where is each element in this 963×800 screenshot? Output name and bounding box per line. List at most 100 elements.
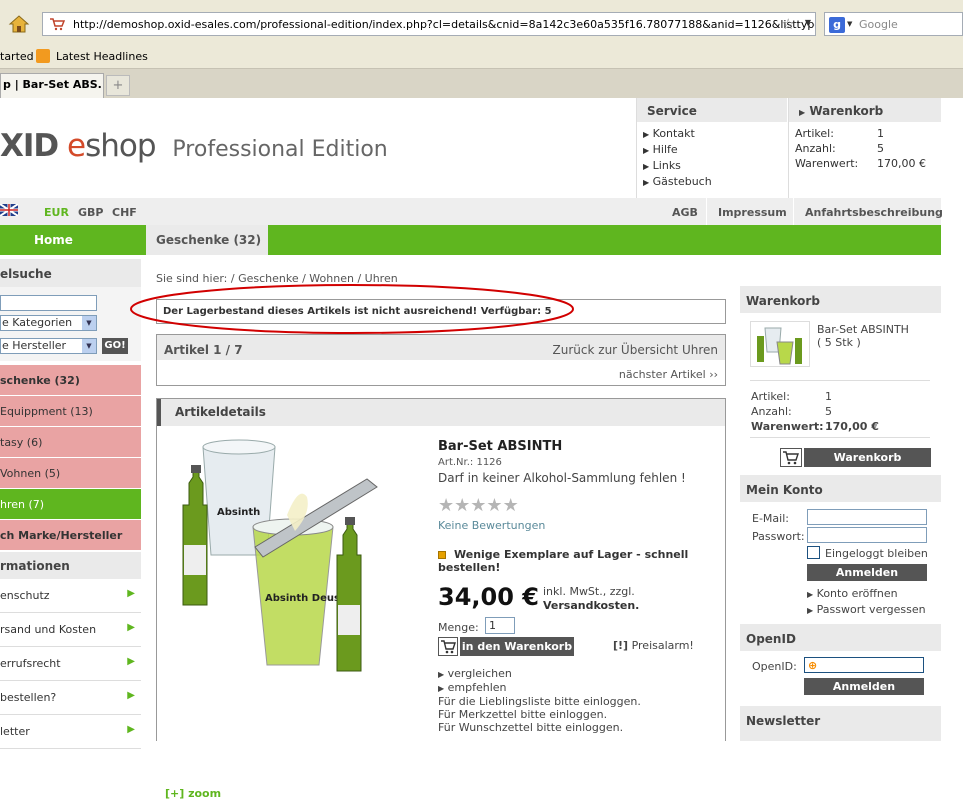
- browser-chrome: http://demoshop.oxid-esales.com/professi…: [0, 0, 963, 98]
- cart-row-anzahl: Anzahl: 5: [751, 405, 832, 418]
- nav-tab-geschenke[interactable]: Geschenke (32): [146, 225, 268, 255]
- bookmark-latest-headlines[interactable]: Latest Headlines: [56, 50, 148, 63]
- star-icon[interactable]: ★: [454, 495, 470, 516]
- currency-chf[interactable]: CHF: [112, 206, 137, 219]
- compare-link[interactable]: ▶ vergleichen: [438, 667, 641, 681]
- remember-label: Eingeloggt bleiben: [825, 547, 928, 560]
- meta-bar: EUR GBP CHF AGB Impressum Anfahrtsbeschr…: [0, 198, 943, 225]
- category-fantasy[interactable]: tasy (6): [0, 427, 141, 458]
- info-link-versand[interactable]: rsand und Kosten ▶: [0, 613, 141, 647]
- star-icon[interactable]: ★: [486, 495, 502, 516]
- nav-tab-label: Geschenke (32): [156, 233, 262, 247]
- search-engine-dropdown-icon[interactable]: ▼: [847, 20, 852, 28]
- password-field[interactable]: [807, 527, 927, 543]
- google-icon[interactable]: g: [829, 17, 845, 33]
- add-to-cart-button[interactable]: in den Warenkorb: [438, 637, 574, 656]
- remember-checkbox[interactable]: [807, 546, 820, 559]
- arrow-right-icon: ▶: [127, 622, 135, 633]
- nav-home[interactable]: Home: [34, 233, 73, 247]
- header-cart-title[interactable]: ▶ Warenkorb: [789, 98, 941, 122]
- home-icon[interactable]: [8, 14, 30, 34]
- show-cart-button[interactable]: Warenkorb anzeigen: [780, 448, 931, 483]
- rating-stars[interactable]: ★★★★★: [438, 495, 519, 516]
- category-uhren[interactable]: hren (7): [0, 489, 141, 520]
- category-wohnen[interactable]: Vohnen (5): [0, 458, 141, 489]
- bookmark-started[interactable]: tarted: [0, 50, 34, 63]
- toplink-impressum[interactable]: Impressum: [718, 206, 787, 219]
- info-link-newsletter[interactable]: letter ▶: [0, 715, 141, 749]
- service-box: Service ▶ Kontakt ▶ Hilfe ▶ Links ▶ Gäst…: [636, 98, 787, 198]
- header-cart-box: ▶ Warenkorb Artikel: 1 Anzahl: 5 Warenwert…: [788, 98, 941, 198]
- select-arrow-icon: ▼: [82, 339, 96, 353]
- pager-position: Artikel 1 / 7: [164, 343, 243, 357]
- currency-eur[interactable]: EUR: [44, 206, 69, 219]
- arrow-right-icon: ▶: [643, 130, 650, 139]
- browser-tab[interactable]: p | Bar-Set ABS...: [0, 73, 104, 98]
- toplink-anfahrt[interactable]: Anfahrtsbeschreibung: [805, 206, 943, 219]
- category-select[interactable]: e Kategorien ▼: [0, 315, 97, 331]
- arrow-right-icon: ▶: [127, 588, 135, 599]
- header-cart-row: Anzahl: 5: [795, 142, 884, 155]
- openid-logo-icon: ⊕: [808, 659, 818, 672]
- rss-icon: [36, 49, 50, 63]
- gift-registry-note: Für Wunschzettel bitte einloggen.: [438, 721, 624, 734]
- cart-icon: [780, 448, 802, 467]
- service-link-kontakt[interactable]: ▶ Kontakt: [643, 126, 712, 142]
- register-link[interactable]: ▶ Konto eröffnen: [807, 586, 926, 602]
- search-area: e Kategorien ▼ e Hersteller ▼ GO!: [0, 287, 141, 361]
- category-geschenke[interactable]: schenke (32): [0, 365, 141, 396]
- info-link-bestellen[interactable]: bestellen? ▶: [0, 681, 141, 715]
- shop-logo[interactable]: XID eshop Professional Edition: [0, 128, 388, 164]
- openid-field[interactable]: ⊕: [804, 657, 924, 673]
- category-marke-hersteller[interactable]: ch Marke/Hersteller: [0, 520, 141, 551]
- openid-login-button[interactable]: Anmelden: [804, 678, 924, 695]
- service-link-hilfe[interactable]: ▶ Hilfe: [643, 142, 712, 158]
- star-icon[interactable]: ★: [470, 495, 486, 516]
- star-icon[interactable]: ★: [438, 495, 454, 516]
- email-field[interactable]: [807, 509, 927, 525]
- openid-box-body: OpenID: ⊕ Anmelden: [740, 651, 941, 701]
- arrow-right-icon: ▶: [643, 178, 650, 187]
- forgot-password-link[interactable]: ▶ Passwort vergessen: [807, 602, 926, 618]
- product-image[interactable]: Absinth Absinth Deus: [167, 435, 407, 687]
- main-nav: Home Geschenke (32): [0, 225, 941, 255]
- tab-bar: p | Bar-Set ABS... +: [0, 68, 963, 98]
- account-box-title: Mein Konto: [740, 475, 941, 502]
- article-pager: Artikel 1 / 7 Zurück zur Übersicht Uhren…: [156, 334, 726, 386]
- login-button[interactable]: Anmelden: [807, 564, 927, 581]
- category-equippment[interactable]: Equippment (13): [0, 396, 141, 427]
- service-link-links[interactable]: ▶ Links: [643, 158, 712, 174]
- arrow-right-icon: ▶: [438, 684, 445, 693]
- info-link-widerrufsrecht[interactable]: errufsrecht ▶: [0, 647, 141, 681]
- new-tab-button[interactable]: +: [106, 75, 130, 96]
- price-alarm-link[interactable]: [!] Preisalarm!: [613, 639, 694, 652]
- cart-item-name[interactable]: Bar-Set ABSINTH: [817, 323, 909, 336]
- service-link-gaestebuch[interactable]: ▶ Gästebuch: [643, 174, 712, 190]
- red-annotation-ellipse: [130, 284, 574, 334]
- toplink-agb[interactable]: AGB: [672, 206, 698, 219]
- star-icon[interactable]: ★: [503, 495, 519, 516]
- dropdown-arrow-icon[interactable]: ▼: [805, 18, 811, 27]
- currency-gbp[interactable]: GBP: [78, 206, 103, 219]
- cart-item-thumbnail[interactable]: [750, 321, 810, 367]
- reviews-link[interactable]: Keine Bewertungen: [438, 519, 545, 532]
- uk-flag-icon[interactable]: [0, 203, 19, 217]
- sidebar-search-input[interactable]: [0, 295, 97, 311]
- search-go-button[interactable]: GO!: [102, 338, 128, 354]
- address-bar[interactable]: http://demoshop.oxid-esales.com/professi…: [42, 12, 816, 36]
- info-link-datenschutz[interactable]: enschutz ▶: [0, 579, 141, 613]
- product-name: Bar-Set ABSINTH: [438, 439, 563, 454]
- pager-next-link[interactable]: nächster Artikel ››: [619, 368, 718, 381]
- recommend-link[interactable]: ▶ empfehlen: [438, 681, 641, 695]
- vendor-select[interactable]: e Hersteller ▼: [0, 338, 97, 354]
- logo-shop: shop: [85, 128, 156, 164]
- quantity-input[interactable]: 1: [485, 617, 515, 634]
- wishlist-note: Für die Lieblingsliste bitte einloggen.: [438, 695, 641, 708]
- bookmark-star-icon[interactable]: ☆: [782, 15, 795, 33]
- stock-message: Wenige Exemplare auf Lager - schnell bes…: [438, 548, 689, 574]
- arrow-right-icon: ▶: [127, 690, 135, 701]
- shipping-link[interactable]: Versandkosten.: [543, 599, 639, 612]
- zoom-link[interactable]: [+] zoom: [165, 787, 221, 800]
- pager-back-link[interactable]: Zurück zur Übersicht Uhren: [553, 343, 718, 357]
- search-box[interactable]: g ▼ Google: [824, 12, 963, 36]
